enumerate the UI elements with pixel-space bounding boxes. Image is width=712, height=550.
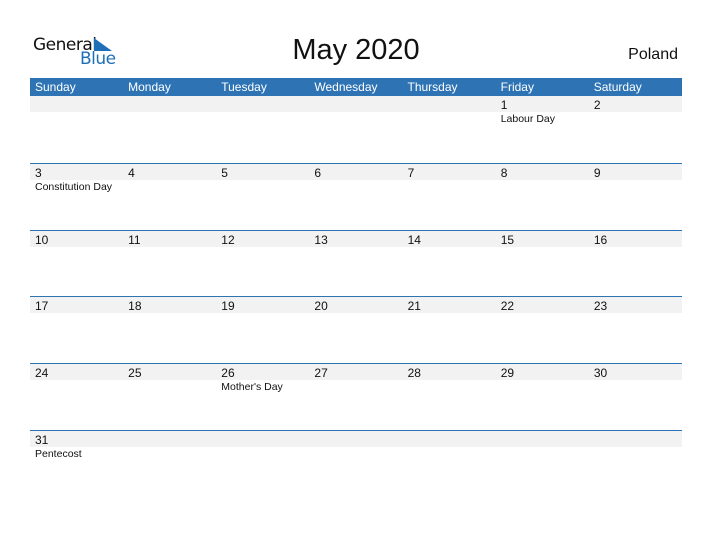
- day-cell: 22: [496, 296, 589, 362]
- day-cell: 19: [216, 296, 309, 362]
- day-number: 24: [35, 366, 49, 380]
- day-cell: 15: [496, 230, 589, 296]
- day-cell: [123, 430, 216, 496]
- day-cell: 28: [403, 363, 496, 429]
- day-number: 17: [35, 299, 49, 313]
- day-cell: 7: [403, 163, 496, 229]
- weekday-header: Sunday Monday Tuesday Wednesday Thursday…: [30, 78, 682, 96]
- day-number: 30: [593, 366, 608, 380]
- day-cell: 11: [123, 230, 216, 296]
- day-cell: 8: [496, 163, 589, 229]
- day-number: 28: [407, 366, 421, 380]
- day-cell: 26 Mother's Day: [216, 363, 309, 429]
- day-number: 14: [407, 233, 421, 247]
- day-number: 12: [221, 233, 235, 247]
- day-number: 1: [500, 98, 508, 112]
- day-cell: 13: [309, 230, 402, 296]
- day-number: 16: [593, 233, 608, 247]
- day-cell: [216, 95, 309, 161]
- weekday-sunday: Sunday: [35, 80, 76, 94]
- day-number: 21: [407, 299, 421, 313]
- day-cell: [123, 95, 216, 161]
- holiday-label: Pentecost: [35, 448, 82, 460]
- day-cell: 31 Pentecost: [30, 430, 123, 496]
- day-cell: 29: [496, 363, 589, 429]
- day-number: 3: [35, 166, 42, 180]
- day-cell: 9: [589, 163, 682, 229]
- day-number: 10: [35, 233, 49, 247]
- day-number: 7: [407, 166, 415, 180]
- day-cell: 23: [589, 296, 682, 362]
- day-cell: 27: [309, 363, 402, 429]
- day-number: 18: [128, 299, 142, 313]
- day-number: 8: [500, 166, 508, 180]
- week-row: 24 25 26 Mother's Day 27 28 29 30: [30, 363, 682, 429]
- day-number: 2: [593, 98, 601, 112]
- day-cell: 20: [309, 296, 402, 362]
- week-row: 31 Pentecost: [30, 430, 682, 496]
- weekday-wednesday: Wednesday: [314, 80, 378, 94]
- day-number: 19: [221, 299, 235, 313]
- day-cell: [403, 95, 496, 161]
- day-number: 25: [128, 366, 142, 380]
- country-label: Poland: [628, 46, 678, 63]
- day-cell: 14: [403, 230, 496, 296]
- week-row: 1 Labour Day 2: [30, 95, 682, 161]
- day-cell: 6: [309, 163, 402, 229]
- holiday-label: Constitution Day: [35, 181, 113, 193]
- day-cell: 24: [30, 363, 123, 429]
- day-cell: [309, 95, 402, 161]
- day-cell: [30, 95, 123, 161]
- day-number: 23: [593, 299, 608, 313]
- day-number: 9: [593, 166, 601, 180]
- calendar-title: May 2020: [292, 34, 420, 66]
- week-row: 10 11 12 13 14 15 16: [30, 230, 682, 296]
- day-number: 20: [314, 299, 328, 313]
- day-cell: 4: [123, 163, 216, 229]
- weekday-friday: Friday: [500, 80, 534, 94]
- day-cell: [309, 430, 402, 496]
- weekday-saturday: Saturday: [593, 80, 642, 94]
- day-number: 4: [128, 166, 135, 180]
- day-number: 13: [314, 233, 328, 247]
- day-cell: 16: [589, 230, 682, 296]
- day-cell: 17: [30, 296, 123, 362]
- day-number: 26: [221, 366, 235, 380]
- weekday-monday: Monday: [128, 80, 171, 94]
- day-number: 31: [35, 433, 49, 447]
- week-row: 17 18 19 20 21 22 23: [30, 296, 682, 362]
- day-cell: [403, 430, 496, 496]
- weekday-tuesday: Tuesday: [221, 80, 267, 94]
- day-number: 29: [500, 366, 515, 380]
- day-number: 27: [314, 366, 328, 380]
- weekday-thursday: Thursday: [407, 80, 458, 94]
- day-cell: 21: [403, 296, 496, 362]
- day-cell: 10: [30, 230, 123, 296]
- day-number: 6: [314, 166, 322, 180]
- day-cell: 2: [589, 95, 682, 161]
- day-number: 5: [221, 166, 228, 180]
- day-cell: 3 Constitution Day: [30, 163, 123, 229]
- week-row: 3 Constitution Day 4 5 6 7 8 9: [30, 163, 682, 229]
- day-cell: [589, 430, 682, 496]
- holiday-label: Mother's Day: [221, 381, 283, 393]
- day-cell: 25: [123, 363, 216, 429]
- day-number: 11: [128, 233, 141, 247]
- holiday-label: Labour Day: [500, 113, 555, 125]
- day-cell: [216, 430, 309, 496]
- day-cell: 5: [216, 163, 309, 229]
- day-cell: 12: [216, 230, 309, 296]
- day-number: 22: [500, 299, 515, 313]
- day-cell: 1 Labour Day: [496, 95, 589, 161]
- day-cell: [496, 430, 589, 496]
- day-cell: 18: [123, 296, 216, 362]
- day-number: 15: [500, 233, 515, 247]
- day-cell: 30: [589, 363, 682, 429]
